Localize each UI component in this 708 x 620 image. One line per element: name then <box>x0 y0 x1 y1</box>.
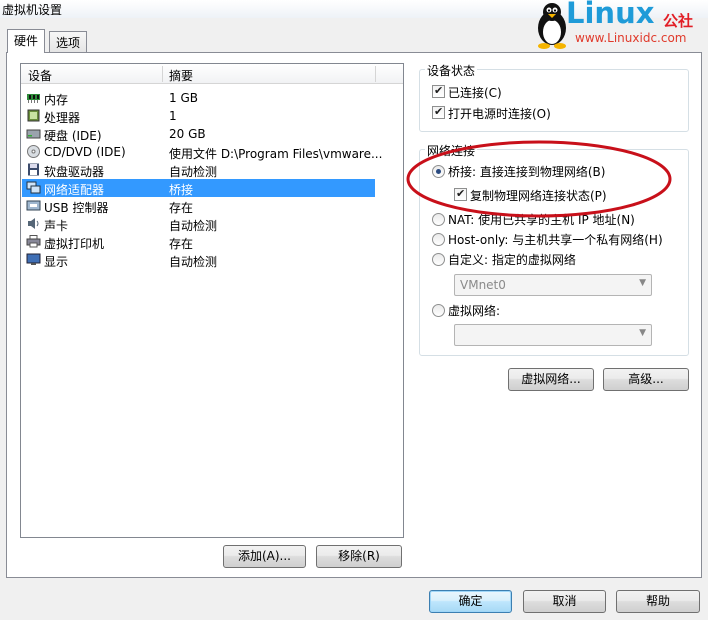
device-row-usb-controller[interactable]: USB 控制器 存在 <box>22 197 375 215</box>
memory-icon <box>27 94 40 103</box>
device-summary: 存在 <box>169 237 194 251</box>
device-summary: 自动检测 <box>169 165 218 179</box>
device-summary: 自动检测 <box>169 255 218 269</box>
usb-icon <box>26 200 41 211</box>
device-name: 软盘驱动器 <box>44 165 105 179</box>
virtual-network-select[interactable]: ▼ <box>454 324 652 346</box>
watermark-brand: Linux <box>566 0 655 30</box>
column-divider <box>375 66 376 82</box>
network-adapter-icon <box>26 181 41 194</box>
device-row-hard-disk[interactable]: 硬盘 (IDE) 20 GB <box>22 125 375 143</box>
device-list[interactable]: 设备 摘要 内存 1 GB 处理器 1 硬盘 (IDE) 20 GB CD/DV… <box>20 63 404 538</box>
check-mark-icon: ✔ <box>434 105 444 118</box>
remove-device-button[interactable]: 移除(R) <box>316 545 402 568</box>
device-status-title: 设备状态 <box>425 62 478 79</box>
device-row-sound-card[interactable]: 声卡 自动检测 <box>22 215 375 233</box>
device-row-network-adapter[interactable]: 网络适配器 桥接 <box>22 179 375 197</box>
list-header: 设备 摘要 <box>21 64 403 84</box>
chevron-down-icon: ▼ <box>639 278 646 288</box>
display-icon <box>26 253 41 265</box>
custom-radio[interactable] <box>432 253 445 266</box>
custom-network-value: VMnet0 <box>460 278 506 292</box>
column-header-device[interactable]: 设备 <box>28 67 52 84</box>
processor-icon <box>27 109 40 122</box>
connect-at-power-on-checkbox[interactable]: ✔ <box>432 105 445 119</box>
connected-checkbox[interactable]: ✔ <box>432 84 445 98</box>
device-name: 网络适配器 <box>44 183 105 197</box>
chevron-down-icon: ▼ <box>639 328 646 338</box>
device-name: USB 控制器 <box>44 201 109 215</box>
host-only-label: Host-only: 与主机共享一个私有网络(H) <box>448 233 663 247</box>
check-mark-icon: ✔ <box>434 84 444 97</box>
device-name: 处理器 <box>44 111 81 125</box>
virtual-network-label: 虚拟网络: <box>448 304 501 318</box>
tab-hardware[interactable]: 硬件 <box>7 29 46 53</box>
cancel-button[interactable]: 取消 <box>523 590 606 613</box>
device-summary: 自动检测 <box>169 219 218 233</box>
highlight-ellipse <box>406 140 672 218</box>
add-device-button[interactable]: 添加(A)... <box>223 545 306 568</box>
device-name: 虚拟打印机 <box>44 237 105 251</box>
device-summary: 使用文件 D:\Program Files\vmware... <box>169 147 383 161</box>
connected-label: 已连接(C) <box>448 86 502 100</box>
floppy-icon <box>28 163 39 176</box>
tab-options[interactable]: 选项 <box>49 31 88 52</box>
device-name: 声卡 <box>44 219 69 233</box>
device-summary: 20 GB <box>169 127 206 141</box>
virtual-networks-button[interactable]: 虚拟网络... <box>508 368 594 391</box>
ok-button[interactable]: 确定 <box>429 590 512 613</box>
connect-at-power-on-label: 打开电源时连接(O) <box>448 107 551 121</box>
watermark-url: www.Linuxidc.com <box>575 31 687 45</box>
device-name: 内存 <box>44 93 69 107</box>
device-summary: 1 <box>169 109 177 123</box>
device-summary: 1 GB <box>169 91 198 105</box>
printer-icon <box>26 235 41 248</box>
device-row-floppy[interactable]: 软盘驱动器 自动检测 <box>22 161 375 179</box>
device-name: CD/DVD (IDE) <box>44 145 126 159</box>
device-row-cd-dvd[interactable]: CD/DVD (IDE) 使用文件 D:\Program Files\vmwar… <box>22 143 382 161</box>
watermark-brand-suffix: 公社 <box>663 12 694 30</box>
device-name: 硬盘 (IDE) <box>44 129 102 143</box>
device-row-processor[interactable]: 处理器 1 <box>22 107 375 125</box>
host-only-radio[interactable] <box>432 233 445 246</box>
custom-label: 自定义: 指定的虚拟网络 <box>448 253 576 267</box>
sound-card-icon <box>28 218 39 229</box>
column-header-summary[interactable]: 摘要 <box>169 67 193 84</box>
column-divider <box>162 66 163 82</box>
device-summary: 桥接 <box>169 183 194 197</box>
hard-disk-icon <box>26 129 41 139</box>
cd-dvd-icon <box>27 145 40 158</box>
help-button[interactable]: 帮助 <box>616 590 700 613</box>
device-name: 显示 <box>44 255 69 269</box>
device-row-display[interactable]: 显示 自动检测 <box>22 251 375 269</box>
device-row-memory[interactable]: 内存 1 GB <box>22 89 375 107</box>
device-row-virtual-printer[interactable]: 虚拟打印机 存在 <box>22 233 375 251</box>
window-title: 虚拟机设置 <box>2 3 63 17</box>
virtual-network-radio[interactable] <box>432 304 445 317</box>
custom-network-select[interactable]: VMnet0 ▼ <box>454 274 652 296</box>
advanced-button[interactable]: 高级... <box>603 368 689 391</box>
device-summary: 存在 <box>169 201 194 215</box>
